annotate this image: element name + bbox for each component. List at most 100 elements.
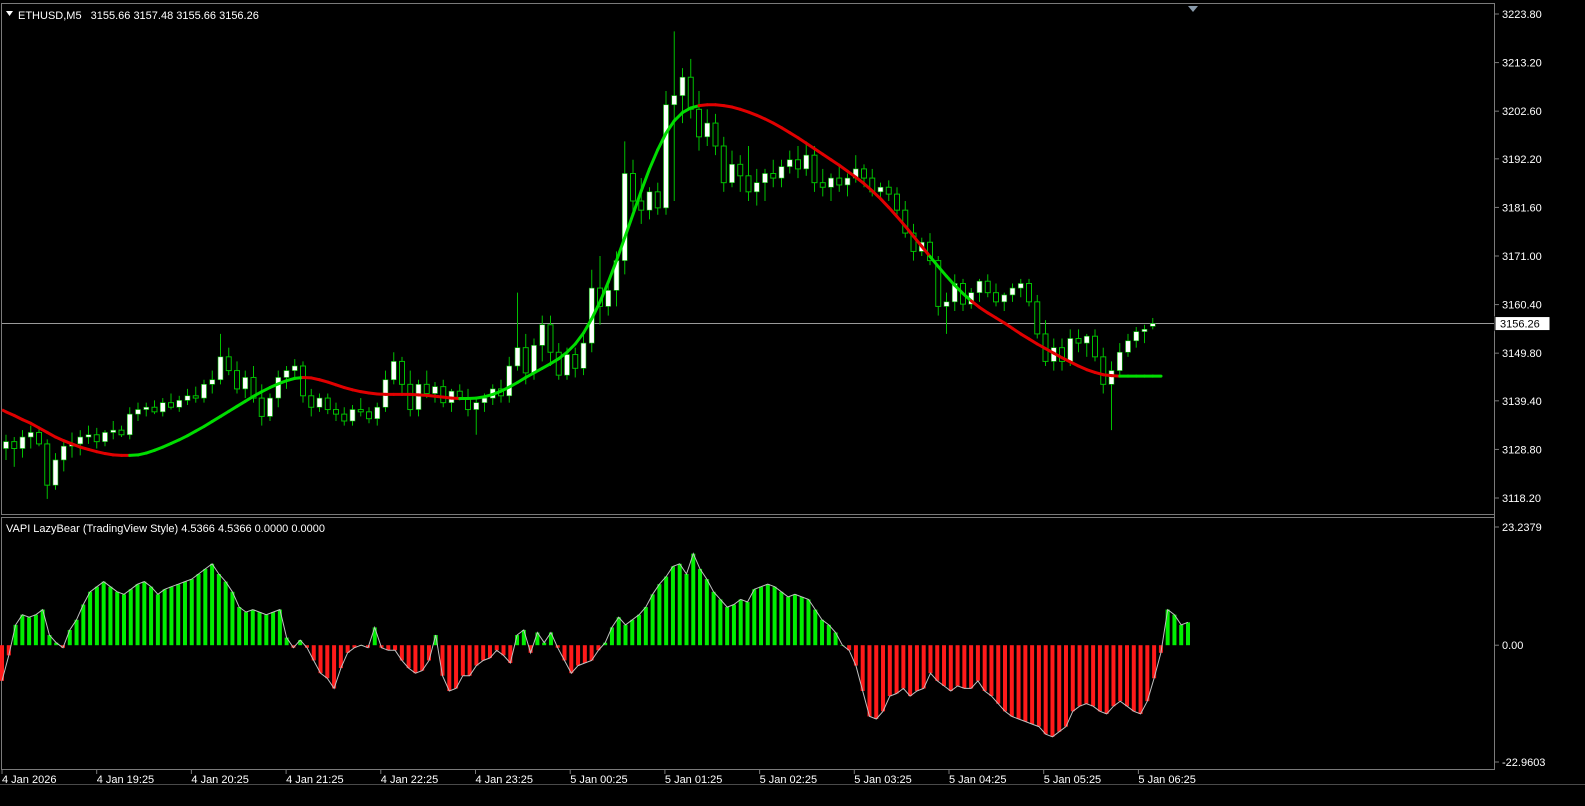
candle-body-bull bbox=[762, 173, 768, 183]
histogram-bar-negative bbox=[582, 645, 587, 664]
indicator-title: VAPI LazyBear (TradingView Style) 4.5366… bbox=[6, 523, 325, 535]
histogram-bar-positive bbox=[752, 589, 757, 646]
histogram-bar-positive bbox=[230, 591, 235, 646]
candle-body-bull bbox=[679, 76, 686, 96]
candle-body-bear bbox=[333, 409, 339, 415]
histogram-bar-negative bbox=[975, 645, 980, 681]
histogram-bar-positive bbox=[162, 589, 167, 646]
candle-body-bear bbox=[192, 395, 199, 399]
histogram-bar-positive bbox=[203, 568, 208, 646]
histogram-bar-negative bbox=[1070, 645, 1075, 712]
time-tick-label: 5 Jan 06:25 bbox=[1138, 774, 1196, 786]
histogram-bar-negative bbox=[1104, 645, 1109, 714]
histogram-bar-negative bbox=[447, 645, 452, 691]
histogram-bar-positive bbox=[169, 586, 174, 646]
current-price-label: 3156.26 bbox=[1500, 319, 1540, 331]
histogram-bar-negative bbox=[1077, 645, 1082, 707]
histogram-bar-positive bbox=[813, 609, 818, 646]
histogram-bar-negative bbox=[982, 645, 987, 691]
candle-body-bull bbox=[267, 397, 273, 417]
candle-body-bull bbox=[1017, 283, 1024, 289]
histogram-bar-positive bbox=[806, 599, 811, 646]
histogram-bar-positive bbox=[684, 573, 689, 646]
candle-body-bear bbox=[366, 411, 372, 420]
candle-body-bull bbox=[729, 164, 735, 183]
histogram-bar-positive bbox=[223, 581, 228, 646]
candle-body-bear bbox=[885, 186, 892, 195]
candle-body-bear bbox=[861, 168, 867, 179]
candle-body-bear bbox=[44, 443, 51, 486]
candle-body-bear bbox=[1100, 356, 1107, 385]
histogram-bar-positive bbox=[182, 581, 187, 646]
histogram-bar-positive bbox=[650, 594, 655, 646]
histogram-bar-negative bbox=[1118, 645, 1123, 702]
histogram-bar-negative bbox=[894, 645, 899, 694]
histogram-bar-negative bbox=[494, 645, 499, 651]
candle-body-bear bbox=[630, 173, 636, 202]
histogram-bar-positive bbox=[149, 586, 154, 646]
histogram-bar-positive bbox=[1172, 614, 1177, 646]
symbol-timeframe: ETHUSD,M5 bbox=[18, 10, 82, 22]
candle-body-bull bbox=[19, 436, 26, 449]
candle-body-bull bbox=[52, 459, 59, 486]
candle-body-bull bbox=[1149, 323, 1156, 327]
candle-body-bear bbox=[737, 163, 744, 177]
candle-body-bear bbox=[399, 360, 405, 385]
histogram-bar-positive bbox=[691, 553, 696, 646]
histogram-bar-positive bbox=[738, 599, 743, 646]
histogram-bar-positive bbox=[759, 586, 764, 646]
candle-body-bull bbox=[110, 429, 117, 433]
candle-body-bull bbox=[126, 413, 133, 436]
price-tick-label: 3223.80 bbox=[1502, 9, 1542, 21]
histogram-bar-positive bbox=[101, 581, 106, 646]
main-panel-title: ETHUSD,M5 3155.66 3157.48 3155.66 3156.2… bbox=[18, 10, 259, 22]
candle-body-bear bbox=[341, 413, 348, 422]
histogram-bar-positive bbox=[74, 619, 79, 646]
candle-body-bull bbox=[605, 290, 612, 307]
histogram-bar-positive bbox=[196, 573, 201, 646]
histogram-bar-negative bbox=[881, 645, 886, 712]
candle-body-bull bbox=[390, 361, 397, 381]
candle-body-bull bbox=[844, 177, 851, 186]
candle-body-bull bbox=[803, 154, 810, 170]
candle-body-bear bbox=[440, 386, 447, 404]
candle-body-bear bbox=[357, 409, 364, 413]
histogram-bar-negative bbox=[460, 645, 465, 676]
histogram-bar-negative bbox=[887, 645, 892, 697]
time-tick-label: 4 Jan 22:25 bbox=[381, 774, 439, 786]
indicator-tick-label: 0.00 bbox=[1502, 640, 1523, 652]
histogram-bar-negative bbox=[332, 645, 337, 689]
histogram-bar-positive bbox=[189, 579, 194, 646]
candle-body-bear bbox=[168, 402, 174, 408]
candle-body-bear bbox=[984, 280, 991, 294]
histogram-bar-positive bbox=[155, 594, 160, 646]
candle-body-bear bbox=[745, 175, 752, 193]
histogram-bar-positive bbox=[237, 607, 242, 646]
indicator-tick-label: -22.9603 bbox=[1502, 757, 1545, 769]
chart-window[interactable]: 3223.80 3213.20 3202.60 3192.20 3181.60 3171.… bbox=[0, 0, 1585, 806]
histogram-bar-positive bbox=[718, 599, 723, 646]
candle-body-bear bbox=[1092, 335, 1098, 358]
candle-body-bull bbox=[3, 441, 9, 449]
histogram-bar-negative bbox=[481, 645, 486, 661]
histogram-bar-positive bbox=[664, 576, 669, 646]
histogram-bar-negative bbox=[1097, 645, 1102, 712]
candle-body-bull bbox=[176, 400, 183, 408]
histogram-bar-negative bbox=[935, 645, 940, 681]
candle-body-bull bbox=[217, 356, 224, 381]
candle-body-bull bbox=[621, 173, 628, 261]
histogram-bar-positive bbox=[799, 596, 804, 646]
candle-body-bull bbox=[976, 280, 983, 293]
candle-body-bull bbox=[374, 406, 381, 420]
histogram-bar-positive bbox=[67, 629, 72, 646]
candle-body-bull bbox=[704, 122, 711, 138]
histogram-bar-positive bbox=[257, 612, 262, 646]
histogram-bar-positive bbox=[657, 584, 662, 646]
candle-body-bear bbox=[720, 145, 727, 184]
candle-body-bull bbox=[143, 406, 150, 410]
candle-body-bull bbox=[283, 370, 290, 378]
candle-body-bear bbox=[36, 431, 42, 445]
candle-body-bull bbox=[201, 384, 207, 399]
time-tick-label: 5 Jan 02:25 bbox=[760, 774, 818, 786]
time-tick-label: 5 Jan 01:25 bbox=[665, 774, 723, 786]
